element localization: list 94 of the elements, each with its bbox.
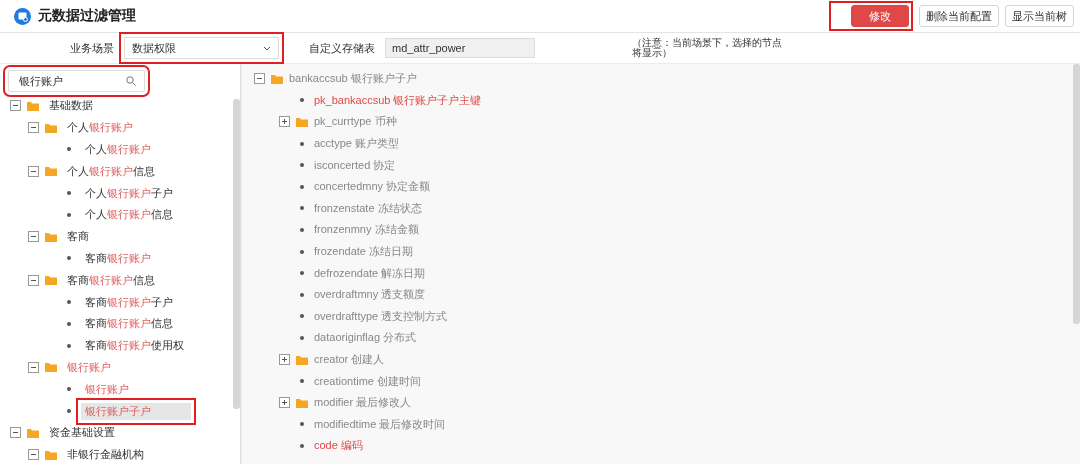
tree-item[interactable]: 非银行金融机构	[63, 446, 184, 464]
bullet-icon	[300, 249, 304, 254]
tree-item[interactable]: 银行账户	[81, 380, 169, 398]
tree-item[interactable]: frozendate 冻结日期	[314, 244, 414, 260]
tree-item[interactable]: defrozendate 解冻日期	[314, 265, 426, 281]
tree-item[interactable]: 个人银行账户	[63, 119, 173, 137]
tree-item[interactable]: overdraftmny 透支额度	[314, 287, 426, 303]
bullet-icon	[300, 422, 304, 427]
collapse-icon[interactable]	[28, 449, 39, 461]
bullet-icon	[300, 292, 304, 297]
tree-item[interactable]: modifiedtime 最后修改时间	[314, 416, 446, 432]
bullet-icon	[67, 321, 71, 326]
tree-item[interactable]: 客商银行账户使用权	[81, 337, 224, 355]
tree-item[interactable]: 个人银行账户信息	[81, 206, 213, 224]
tree-item[interactable]: 客商	[63, 228, 129, 246]
chevron-down-icon	[263, 45, 271, 51]
page-title: 元数据过滤管理	[38, 7, 137, 25]
tree-item[interactable]: 个人银行账户子户	[81, 184, 213, 202]
tree-item[interactable]: bankaccsub 银行账户子户	[289, 71, 417, 87]
bullet-icon	[67, 409, 71, 414]
expand-icon[interactable]	[279, 397, 290, 409]
tree-item[interactable]: dataoriginflag 分布式	[314, 330, 417, 346]
tree-item[interactable]: creationtime 创建时间	[314, 373, 421, 389]
tree-item[interactable]: acctype 账户类型	[314, 136, 399, 152]
table-input-field[interactable]: md_attr_power	[385, 38, 535, 58]
bullet-icon	[67, 147, 71, 152]
tree-item[interactable]: code 编码	[314, 438, 363, 454]
bullet-icon	[300, 184, 304, 189]
tree-item[interactable]: 资金基础设置	[45, 424, 155, 442]
bullet-icon	[300, 141, 304, 146]
bullet-icon	[300, 271, 304, 276]
note-text: （注意：当前场景下，选择的节点将显示）	[632, 38, 782, 58]
bullet-icon	[300, 379, 304, 384]
bullet-icon	[300, 443, 304, 448]
bullet-icon	[300, 227, 304, 232]
bullet-icon	[300, 163, 304, 168]
action-button[interactable]: 显示当前树	[1005, 5, 1074, 27]
folder-icon	[296, 117, 308, 127]
folder-icon	[45, 166, 57, 177]
collapse-icon[interactable]	[28, 165, 39, 177]
bullet-icon	[300, 314, 304, 319]
bullet-icon	[67, 256, 71, 261]
folder-icon	[296, 354, 308, 365]
folder-icon	[296, 397, 308, 408]
folder-icon	[45, 122, 57, 133]
collapse-icon[interactable]	[28, 231, 39, 243]
tree-item[interactable]: modifier 最后修改人	[314, 395, 412, 411]
bullet-icon	[67, 300, 71, 305]
tree-item[interactable]: 客商银行账户信息	[63, 271, 195, 289]
app-logo-icon	[14, 7, 31, 25]
tree-item[interactable]: pk_currtype 币种	[314, 114, 397, 130]
tree-item[interactable]: fronzenmny 冻结金额	[314, 222, 419, 238]
field-label: 自定义存储表	[309, 40, 375, 56]
expand-icon[interactable]	[279, 354, 290, 365]
collapse-icon[interactable]	[10, 427, 21, 439]
expand-icon[interactable]	[279, 116, 290, 128]
bullet-icon	[67, 387, 71, 392]
scrollbar[interactable]	[1073, 64, 1080, 324]
field-label: 业务场景	[70, 40, 114, 56]
bullet-icon	[300, 335, 304, 340]
tree-item[interactable]: fronzenstate 冻结状态	[314, 200, 422, 216]
tree-item[interactable]: pk_bankaccsub 银行账户子户主键	[314, 92, 482, 108]
collapse-icon[interactable]	[254, 73, 265, 85]
scrollbar[interactable]	[233, 99, 240, 409]
folder-icon	[271, 73, 283, 84]
bullet-icon	[67, 212, 71, 217]
action-button[interactable]: 删除当前配置	[919, 5, 999, 27]
tree-item[interactable]: overdrafttype 透支控制方式	[314, 308, 448, 324]
edit-button[interactable]: 修改	[851, 5, 909, 27]
tree-item[interactable]: concertedmny 协定金额	[314, 179, 431, 195]
search-icon	[126, 76, 136, 86]
tree-item[interactable]: 银行账户	[63, 358, 151, 376]
folder-icon	[45, 362, 57, 373]
collapse-icon[interactable]	[28, 122, 39, 134]
collapse-icon[interactable]	[10, 100, 21, 112]
tree-item[interactable]: 个人银行账户信息	[63, 162, 195, 180]
tree-item[interactable]: 客商银行账户信息	[81, 315, 213, 333]
tree-item[interactable]: creator 创建人	[314, 352, 385, 367]
folder-icon	[27, 100, 39, 111]
bullet-icon	[300, 206, 304, 211]
bullet-icon	[67, 191, 71, 196]
bullet-icon	[67, 343, 71, 348]
bullet-icon	[300, 98, 304, 103]
collapse-icon[interactable]	[28, 274, 39, 286]
collapse-icon[interactable]	[28, 361, 39, 373]
folder-icon	[45, 231, 57, 242]
tree-item[interactable]: 个人银行账户	[81, 141, 191, 158]
tree-item[interactable]: isconcerted 协定	[314, 157, 396, 173]
tree-item[interactable]: 基础数据	[45, 97, 133, 115]
tree-item[interactable]: 客商银行账户子户	[81, 293, 213, 311]
folder-icon	[45, 275, 57, 286]
folder-icon	[27, 427, 39, 438]
tree-item[interactable]: 客商银行账户	[81, 249, 191, 267]
folder-icon	[45, 449, 57, 460]
